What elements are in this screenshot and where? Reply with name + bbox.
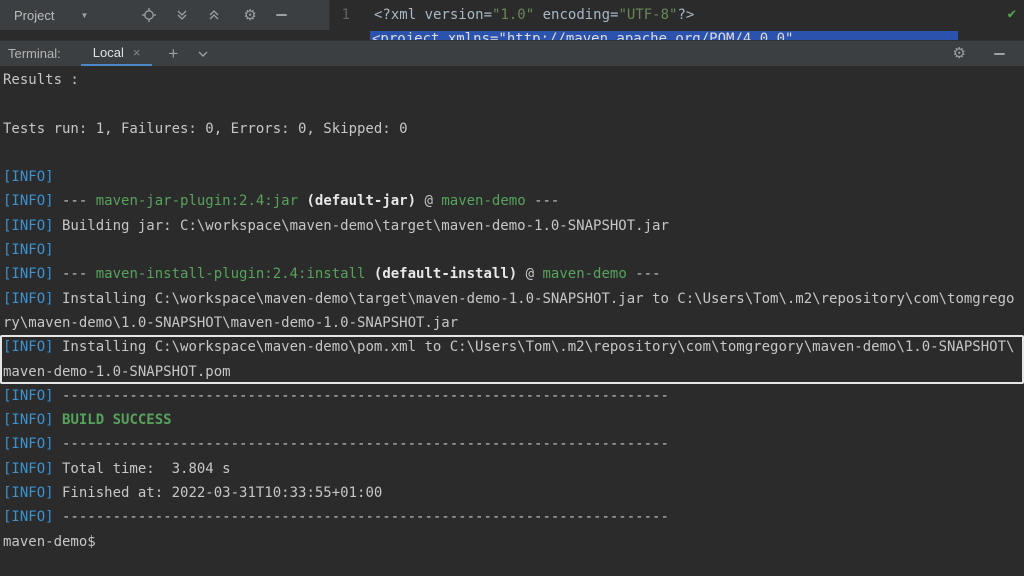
project-panel-header: Project ▼ ⚙ (0, 0, 330, 30)
terminal-line: ry\maven-demo\1.0-SNAPSHOT\maven-demo-1.… (3, 311, 1024, 335)
text-segment: [INFO] (3, 509, 54, 525)
text-segment (365, 266, 373, 282)
terminal-output[interactable]: Results : Tests run: 1, Failures: 0, Erro… (0, 66, 1024, 576)
text-segment: ----------------------------------------… (54, 436, 669, 452)
project-panel-title[interactable]: Project (14, 8, 54, 23)
highlighted-log-entry: [INFO] Installing C:\workspace\maven-dem… (0, 335, 1024, 384)
text-segment: --- (627, 266, 661, 282)
text-segment: [INFO] (3, 436, 54, 452)
terminal-line: [INFO] --- maven-jar-plugin:2.4:jar (def… (3, 189, 1024, 213)
text-segment: [INFO] (3, 388, 54, 404)
text-segment: Finished at: 2022-03-31T10:33:55+01:00 (54, 485, 383, 501)
terminal-line: [INFO] ---------------------------------… (3, 384, 1024, 408)
text-segment: --- (54, 193, 96, 209)
terminal-label: Terminal: (8, 46, 61, 61)
terminal-line: [INFO] Installing C:\workspace\maven-dem… (3, 287, 1024, 311)
terminal-hide-icon[interactable] (990, 45, 1008, 63)
terminal-tab-local[interactable]: Local × (81, 41, 153, 67)
text-segment: [INFO] (3, 218, 54, 234)
text-segment: [INFO] (3, 169, 54, 185)
terminal-tab-label: Local (93, 45, 124, 60)
terminal-toolbar: Terminal: Local × + ⚙ (0, 40, 1024, 66)
minus-icon (994, 53, 1005, 55)
text-segment: Installing C:\workspace\maven-demo\targe… (54, 291, 1015, 307)
minus-icon (276, 14, 287, 16)
text-segment: ?> (677, 7, 694, 23)
new-terminal-session-icon[interactable]: + (168, 45, 178, 62)
selection-highlight: <project xmlns="http://maven.apache.org/… (370, 31, 958, 40)
terminal-line: [INFO] BUILD SUCCESS (3, 408, 1024, 432)
text-segment: maven-install-plugin:2.4:install (96, 266, 366, 282)
text-segment: [INFO] (3, 291, 54, 307)
text-segment: @ (517, 266, 542, 282)
text-segment: "UTF-8" (618, 7, 677, 23)
text-segment: "1.0" (492, 7, 534, 23)
terminal-line: [INFO] ---------------------------------… (3, 505, 1024, 529)
text-segment: @ (416, 193, 441, 209)
terminal-line: Tests run: 1, Failures: 0, Errors: 0, Sk… (3, 117, 1024, 141)
text-segment: [INFO] (3, 412, 54, 428)
text-segment: maven-demo-1.0-SNAPSHOT.pom (3, 364, 231, 380)
text-segment (54, 412, 62, 428)
terminal-line: maven-demo$ (3, 530, 1024, 554)
editor-code-line-1: <?xml version="1.0" encoding="UTF-8"?> (374, 7, 694, 23)
terminal-settings-icon[interactable]: ⚙ (953, 46, 966, 61)
text-segment: maven-demo$ (3, 534, 96, 550)
terminal-line: [INFO] Installing C:\workspace\maven-dem… (3, 335, 1024, 359)
text-segment: Tests run: 1, Failures: 0, Errors: 0, Sk… (3, 121, 408, 137)
text-segment: --- (526, 193, 560, 209)
text-segment: BUILD SUCCESS (62, 412, 172, 428)
locate-file-icon[interactable] (140, 6, 158, 24)
text-segment: ----------------------------------------… (54, 388, 669, 404)
editor-line-2-partial: <project xmlns="http://maven.apache.org/… (0, 30, 1024, 40)
expand-all-icon[interactable] (173, 6, 191, 24)
text-segment: ry\maven-demo\1.0-SNAPSHOT\maven-demo-1.… (3, 315, 458, 331)
text-segment: maven-demo (441, 193, 525, 209)
hide-panel-icon[interactable] (273, 6, 291, 24)
top-bar: Project ▼ ⚙ 1 <?xml (0, 0, 1024, 30)
text-segment: [INFO] (3, 242, 54, 258)
text-segment: ----------------------------------------… (54, 509, 669, 525)
text-segment: <?xml version= (374, 7, 492, 23)
terminal-line: [INFO] (3, 238, 1024, 262)
text-segment: Installing C:\workspace\maven-demo\pom.x… (54, 339, 1015, 355)
text-segment: [INFO] (3, 339, 54, 355)
terminal-line: maven-demo-1.0-SNAPSHOT.pom (3, 360, 1024, 384)
close-tab-icon[interactable]: × (133, 46, 141, 59)
chevron-down-icon[interactable]: ▼ (80, 11, 88, 20)
terminal-line: [INFO] --- maven-install-plugin:2.4:inst… (3, 262, 1024, 286)
text-segment: --- (54, 266, 96, 282)
terminal-line: [INFO] Total time: 3.804 s (3, 457, 1024, 481)
editor-line-number-1: 1 (330, 7, 350, 23)
text-segment: maven-demo (542, 266, 626, 282)
terminal-line: [INFO] Building jar: C:\workspace\maven-… (3, 214, 1024, 238)
terminal-line: Results : (3, 68, 1024, 92)
collapse-all-icon[interactable] (205, 6, 223, 24)
text-segment: Building jar: C:\workspace\maven-demo\ta… (54, 218, 669, 234)
terminal-dropdown-icon[interactable] (196, 47, 210, 61)
text-segment: [INFO] (3, 461, 54, 477)
terminal-line: [INFO] ---------------------------------… (3, 432, 1024, 456)
text-segment: (default-install) (374, 266, 517, 282)
text-segment: maven-jar-plugin:2.4:jar (96, 193, 298, 209)
inspections-ok-icon[interactable]: ✔ (1008, 6, 1016, 22)
text-segment: [INFO] (3, 193, 54, 209)
text-segment: encoding= (534, 7, 618, 23)
text-segment: [INFO] (3, 266, 54, 282)
project-settings-icon[interactable]: ⚙ (243, 8, 256, 23)
text-segment: (default-jar) (306, 193, 416, 209)
terminal-line (3, 92, 1024, 116)
editor-code-line-2: <project xmlns="http://maven.apache.org/… (372, 31, 793, 40)
text-segment: Results : (3, 72, 79, 88)
terminal-line (3, 141, 1024, 165)
editor-area[interactable]: 1 <?xml version="1.0" encoding="UTF-8"?>… (330, 0, 1024, 30)
text-segment: [INFO] (3, 485, 54, 501)
text-segment: Total time: 3.804 s (54, 461, 231, 477)
terminal-line: [INFO] Finished at: 2022-03-31T10:33:55+… (3, 481, 1024, 505)
terminal-line: [INFO] (3, 165, 1024, 189)
